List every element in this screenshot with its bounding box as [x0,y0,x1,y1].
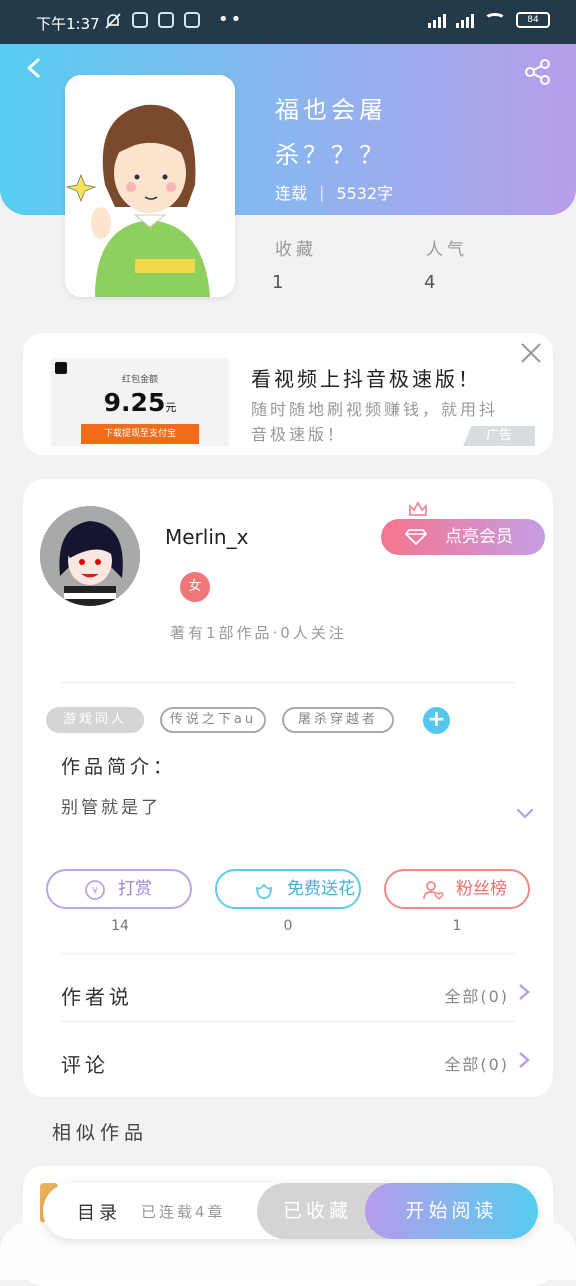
ad-amount-unit: 元 [165,401,177,414]
vip-button[interactable]: 点亮会员 [381,519,545,555]
book-meta: 连载 | 5532字 [275,180,393,204]
ad-tag: 广告 [463,426,535,446]
tag-chip[interactable]: 屠杀穿越者 [282,707,394,733]
book-word-count: 5532字 [336,184,394,203]
divider [61,682,515,683]
more-notifications-icon: •• [218,9,244,30]
author-stats: 著有1部作品·0人关注 [170,624,347,642]
signal-hd-icon [456,12,474,28]
comments-count: 全部(0) [444,1055,509,1074]
battery-icon: 84 [516,12,550,28]
book-title: 福也会屠杀？？？ [275,96,387,169]
chevron-right-icon [519,1052,530,1068]
wifi-icon [484,13,506,27]
meta-separator: | [319,182,325,202]
flower-icon [256,883,272,899]
ad-image-button: 下载提现至支付宝 [81,424,199,444]
gender-badge: 女 [180,572,210,602]
share-icon[interactable] [524,58,552,86]
book-cover [65,75,235,297]
svg-text:¥: ¥ [92,886,98,897]
intro-label: 作品简介： [61,756,177,778]
mute-bell-icon [105,13,121,29]
similar-works-heading: 相似作品 [52,1122,149,1144]
comments-row[interactable]: 评论 全部(0) [23,1029,553,1089]
avatar-illustration [40,506,140,606]
chevron-right-icon [519,984,530,1000]
start-reading-button[interactable]: 开始阅读 [365,1183,538,1239]
author-name[interactable]: Merlin_x [165,525,248,549]
send-flower-button[interactable]: 免费送花 [215,869,361,909]
author-card: Merlin_x 点亮会员 女 著有1部作品·0人关注 游戏同人 传说之下au … [23,479,553,1097]
flower-count: 0 [283,918,293,934]
fan-ranking-button[interactable]: 粉丝榜 [384,869,530,909]
toc-button[interactable]: 目录 [77,1199,121,1225]
intro-text: 别管就是了 [61,798,161,818]
app-notification-icon [184,12,200,28]
signal-icon [428,12,446,28]
author-notes-row[interactable]: 作者说 全部(0) [23,961,553,1021]
popularity-label: 人气 [426,240,468,260]
notification-icons [104,12,200,30]
ad-title: 看视频上抖音极速版！ [251,367,481,391]
add-tag-button[interactable]: + [423,707,450,734]
app-notification-icon [132,12,148,28]
coin-icon: ¥ [85,880,105,900]
cover-illustration [65,75,235,297]
popularity-value: 4 [424,272,436,293]
close-icon[interactable] [519,341,543,365]
favorites-label: 收藏 [275,240,317,260]
avatar[interactable] [40,506,140,606]
ad-image[interactable]: 红包金额 9.25元 下载提现至支付宝 [51,358,229,446]
tip-button[interactable]: ¥ 打赏 [46,869,192,909]
diamond-icon [405,529,427,545]
chevron-down-icon[interactable] [516,807,534,821]
author-notes-label: 作者说 [61,985,133,1009]
divider [61,953,515,954]
tip-label: 打赏 [118,879,152,899]
tip-count: 14 [111,918,129,934]
user-heart-icon [423,881,444,901]
ad-image-caption: 红包金额 [121,375,158,385]
divider [61,1021,515,1022]
ad-image-amount: 9.25元 [51,388,229,417]
vip-button-label: 点亮会员 [445,527,513,547]
app-notification-icon [158,12,174,28]
chapter-progress: 已连载4章 [141,1203,226,1221]
back-icon[interactable] [24,58,44,78]
system-status-icons: 84 [428,12,550,28]
send-flower-label: 免费送花 [287,879,355,899]
status-bar: 下午1:37 •• 84 [0,0,576,44]
bottom-action-bar: 目录 已连载4章 已收藏 开始阅读 [43,1183,538,1239]
crown-icon [409,501,427,516]
tag-chip[interactable]: 游戏同人 [46,707,144,733]
fan-count: 1 [452,918,462,934]
comments-label: 评论 [61,1053,109,1077]
status-time: 下午1:37 [36,15,100,33]
fan-ranking-label: 粉丝榜 [456,879,507,899]
tag-chip[interactable]: 传说之下au [160,707,266,733]
book-status: 连载 [275,184,308,203]
ad-banner[interactable]: 红包金额 9.25元 下载提现至支付宝 看视频上抖音极速版！ 随时随地刷视频赚钱… [23,333,553,455]
ad-amount-number: 9.25 [103,388,166,417]
author-notes-count: 全部(0) [444,987,509,1006]
favorites-value: 1 [272,272,284,293]
